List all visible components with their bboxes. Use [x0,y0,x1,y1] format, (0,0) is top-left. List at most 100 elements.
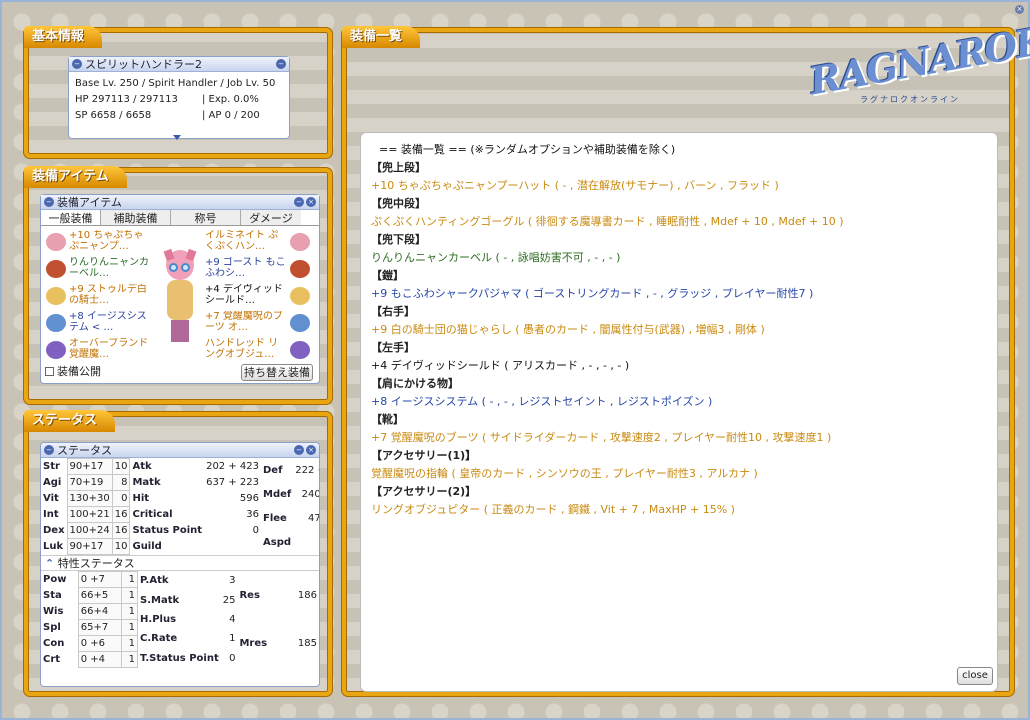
equip-public-checkbox[interactable] [45,366,54,376]
stat-name: Spl [43,622,61,633]
equip-slot-right[interactable]: +4 デイヴィッドシールド… [205,282,315,309]
logo-text: RAGNAROK [805,17,1030,104]
equip-slot-label: +10 ちゃぷちゃぷニャンプ… [69,229,144,252]
equip-slot-label: ハンドレッド リングオブジュ… [205,337,279,360]
equip-list-item: りんりんニャンカーベル ( - , 詠唱妨害不可 , - , - ) [371,251,621,264]
equip-item-titlebar[interactable]: − 装備アイテム − × [41,195,319,210]
equip-slot-left[interactable]: +9 ストゥルデ白の騎士… [43,282,151,309]
stat-row: P.Atk 3 [138,571,237,590]
stat-row: Critical 36 [130,506,261,522]
equip-slot-left[interactable]: +8 イージスシステム < … [43,309,151,336]
item-icon [290,259,310,278]
collapse-icon[interactable]: − [294,445,304,455]
equip-public-label: 装備公開 [57,365,101,378]
stat-value: 4 [229,613,236,625]
stat-value: 1 [121,603,139,620]
stat-value: 637 + 223 [206,476,259,488]
equip-list-item: リングオブジュピター ( 正義のカード , 鋼鐵 , Vit + 7 , Max… [371,503,735,516]
window-close-icon[interactable]: × [1015,5,1024,14]
equip-slot-left[interactable]: オーバーブランド 覚醒魔… [43,336,151,363]
stat-value: 0 +4 [77,651,123,668]
tab-general-equip[interactable]: 一般装備 [41,210,101,225]
collapse-icon[interactable]: − [276,59,286,69]
equip-list-panel: 装備一覧 RAGNAROK ラグナロクオンライン == 装備一覧 == (※ラン… [342,18,1030,696]
equip-slot-heading: 【兜下段】 [371,233,426,246]
stat-value: 1 [121,587,139,604]
collapse-icon[interactable]: − [294,197,304,207]
stat-row: Sta 66+5 1 [41,587,139,604]
stat-name: Crt [43,654,61,665]
item-icon [46,340,66,359]
stat-value: 0 [252,525,259,537]
minimize-icon[interactable]: − [44,445,54,455]
equip-slot-right[interactable]: イルミネイト ぷくぷくハン… [205,228,315,255]
close-icon[interactable]: × [306,197,316,207]
basic-info-titlebar[interactable]: − スピリットハンドラー2− [69,57,289,72]
stat-row: Con 0 +6 1 [41,635,139,652]
equip-slot-left[interactable]: りんりんニャンカーベル… [43,255,151,282]
stat-name: Def [263,464,283,476]
equip-slot-heading: 【兜中段】 [371,197,426,210]
stat-name: H.Plus [140,613,177,625]
equip-slot-heading: 【アクセサリー(1)】 [371,449,477,462]
equip-slot-label: りんりんニャンカーベル… [69,256,149,279]
basic-info-panel: 基本情報 − スピリットハンドラー2− Base Lv. 250 / Spirit… [24,26,332,158]
stat-value: 3 [229,575,236,587]
minimize-icon[interactable]: − [44,197,54,207]
stat-value [204,539,261,555]
equip-slot-heading: 【鎧】 [371,269,404,282]
minimize-icon[interactable]: − [72,59,82,69]
stat-name: Agi [43,477,62,488]
logo-subtitle: ラグナロクオンライン [860,95,960,104]
stat-value: 596 [239,492,259,504]
swap-equip-button[interactable]: 持ち替え装備 [241,364,313,381]
stat-row: Hit 596 [130,490,261,506]
equip-slot-right[interactable]: +7 覚醒魔呪のブーツ オ… [205,309,315,336]
tab-damage[interactable]: ダメージ [241,210,301,225]
item-icon [290,313,310,332]
stat-value: 90+17 [66,538,113,555]
stat-name: Guild [132,541,162,553]
stat-name: Str [43,461,60,472]
status-titlebar[interactable]: − ステータス − × [41,443,319,458]
equip-list-item: +4 デイヴィッドシールド ( アリスカード , - , - , - ) [371,359,630,372]
character-sprite [159,248,201,350]
status-title: ステータス [57,444,112,457]
stat-value: 36 [246,509,259,521]
trait-status-header[interactable]: ⌃ 特性ステータス [41,555,319,571]
tab-title[interactable]: 称号 [171,210,241,225]
item-icon [46,286,66,305]
close-button[interactable]: close [957,667,993,685]
double-chevron-up-icon[interactable]: ⌃ [45,557,54,570]
stat-value: 186 [297,589,317,601]
basic-info-tab: 基本情報 [24,26,103,48]
stat-row: Str 90+17 10 [41,458,131,475]
stat-name: Mres [239,638,268,650]
equip-slot-right[interactable]: +9 ゴースト もこふわシ… [205,255,315,282]
sp-text: SP 6658 / 6658 [75,110,152,121]
equip-slot-right[interactable]: ハンドレッド リングオブジュ… [205,336,315,363]
tab-sub-equip[interactable]: 補助装備 [101,210,171,225]
stat-value: 90+17 [66,458,113,475]
stat-value: 240 + 180 [301,488,320,500]
stat-value: 8 [111,474,131,491]
equip-item-panel: 装備アイテム − 装備アイテム − × 一般装備 補助装備 称号 ダメージ +10 ち… [24,166,332,404]
expand-arrow-icon[interactable] [173,135,181,140]
equip-list-item: +7 覚醒魔呪のブーツ ( サイドライダーカード , 攻撃速度2 , プレイヤー… [371,431,832,444]
stat-name: Sta [43,590,62,601]
close-icon[interactable]: × [306,445,316,455]
equip-slot-left[interactable]: +10 ちゃぷちゃぷニャンプ… [43,228,151,255]
equip-slot-heading: 【右手】 [371,305,415,318]
equip-list-item: +9 白の騎士団の猫じゃらし ( 愚者のカード , 闇属性付与(武器) , 増幅… [371,323,765,336]
equip-slots-area: +10 ちゃぷちゃぷニャンプ… りんりんニャンカーベル… +9 ストゥルデ白の騎士…… [41,226,319,366]
equip-list-item: ぷくぷくハンティングゴーグル ( 徘徊する魔導書カード , 睡眠耐性 , Mde… [371,215,844,228]
status-tab: ステータス [24,410,116,432]
stat-value: 0 [229,652,236,664]
stat-value: 10 [111,458,131,475]
equip-slot-label: +9 ゴースト もこふわシ… [205,256,286,279]
list-header: == 装備一覧 == (※ランダムオプションや補助装備を除く) [379,143,676,156]
stat-name: Wis [43,606,64,617]
stat-value: 472 + 23 [307,513,319,525]
stat-name: Vit [43,493,59,504]
stat-value: 202 + 423 [206,460,259,472]
